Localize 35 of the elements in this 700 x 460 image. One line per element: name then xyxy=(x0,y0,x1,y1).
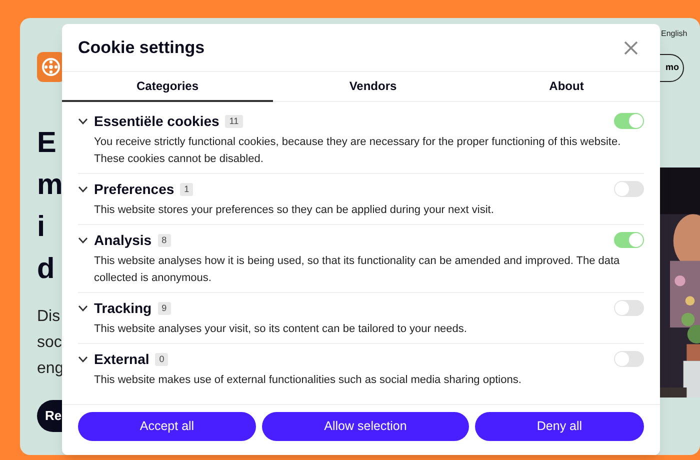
dialog-button[interactable]: Accept all xyxy=(78,412,256,441)
toggle-switch[interactable] xyxy=(614,181,644,197)
close-icon[interactable] xyxy=(624,40,638,54)
intro-text: Dis xyxy=(37,307,60,327)
count-badge: 9 xyxy=(158,302,171,314)
heading-text: m xyxy=(37,168,63,203)
category-title: Analysis xyxy=(94,230,152,250)
tab[interactable]: Vendors xyxy=(273,72,473,102)
toggle-switch[interactable] xyxy=(614,232,644,248)
heading-text: i xyxy=(37,210,46,245)
count-badge: 0 xyxy=(155,352,168,366)
heading-text: d xyxy=(37,252,55,287)
tab[interactable]: About xyxy=(473,72,660,102)
category-description: This website makes use of external functionalities such as social media sharing options. xyxy=(94,373,522,388)
category-title: Essentiële cookies xyxy=(94,112,220,130)
intro-text: soc xyxy=(37,333,62,353)
dialog-title: Cookie settings xyxy=(78,36,205,59)
toggle-switch[interactable] xyxy=(614,300,644,316)
count-badge: 11 xyxy=(225,114,243,128)
tab[interactable]: Categories xyxy=(62,72,273,102)
category-description: This website analyses your visit, so its content can be tailored to your needs. xyxy=(94,322,468,337)
category-title: External xyxy=(94,350,150,368)
dialog-button[interactable]: Deny all xyxy=(475,412,644,441)
category-description: You receive strictly functional cookies, because they are necessary for the proper functioning of this website. These cookies cannot be disabled. xyxy=(94,135,622,167)
heading-text: E xyxy=(37,126,56,161)
count-badge: 1 xyxy=(180,182,194,196)
dialog-button[interactable]: Allow selection xyxy=(262,412,469,441)
category-description: This website stores your preferences so they can be applied during your next visit. xyxy=(94,203,495,218)
toggle-switch[interactable] xyxy=(614,351,644,367)
category-title: Tracking xyxy=(94,298,152,318)
category-title: Preferences xyxy=(94,180,174,198)
category-description: This website analyses how it is being used, so that its functionality can be amended and improved. The data collected is anonymous. xyxy=(94,254,621,286)
toggle-switch[interactable] xyxy=(614,113,644,129)
language-link[interactable]: English xyxy=(661,28,688,40)
count-badge: 8 xyxy=(158,234,171,246)
